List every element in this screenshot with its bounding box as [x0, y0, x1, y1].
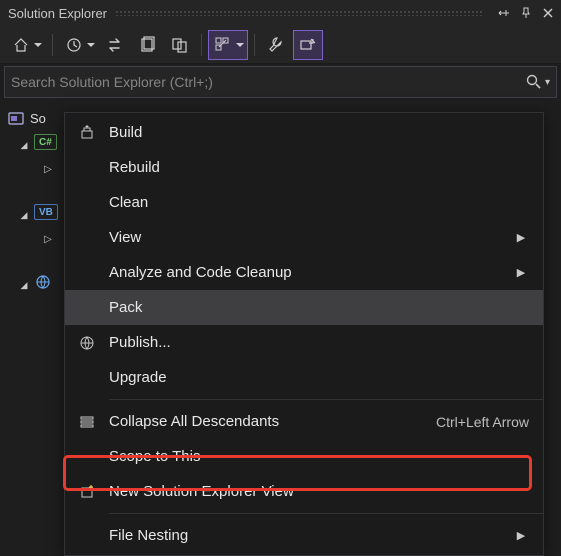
- menu-item-view[interactable]: View ▶: [65, 220, 543, 255]
- preview-selected-items-button[interactable]: [293, 30, 323, 60]
- menu-label: Pack: [109, 299, 529, 316]
- pin-icon[interactable]: [517, 4, 535, 22]
- menu-label: Clean: [109, 194, 529, 211]
- titlebar-grip[interactable]: [115, 10, 483, 16]
- submenu-arrow-icon: ▶: [513, 529, 529, 542]
- expand-toggle-icon[interactable]: [18, 276, 30, 288]
- properties-button[interactable]: [261, 30, 291, 60]
- menu-item-pack[interactable]: Pack: [65, 290, 543, 325]
- menu-shortcut: Ctrl+Left Arrow: [436, 414, 529, 430]
- expand-toggle-icon[interactable]: [42, 230, 54, 242]
- toolbar-separator: [201, 34, 202, 56]
- menu-item-scope-to-this[interactable]: Scope to This: [65, 439, 543, 474]
- menu-item-rebuild[interactable]: Rebuild: [65, 150, 543, 185]
- menu-item-build[interactable]: Build: [65, 115, 543, 150]
- collapse-icon: [65, 414, 109, 430]
- vb-badge-icon: VB: [34, 204, 58, 220]
- csharp-badge-icon: C#: [34, 134, 57, 150]
- solution-label: So: [30, 111, 46, 126]
- menu-label: Analyze and Code Cleanup: [109, 264, 513, 281]
- menu-separator: [109, 399, 543, 400]
- panel-titlebar: Solution Explorer: [0, 0, 561, 26]
- expand-toggle-icon[interactable]: [18, 136, 30, 148]
- search-input[interactable]: Search Solution Explorer (Ctrl+;) ▾: [4, 66, 557, 98]
- history-dropdown-button[interactable]: [59, 30, 99, 60]
- menu-item-new-solution-explorer-view[interactable]: New Solution Explorer View: [65, 474, 543, 509]
- menu-item-file-nesting[interactable]: File Nesting ▶: [65, 518, 543, 553]
- context-menu: Build Rebuild Clean View ▶ Analyze and C…: [64, 112, 544, 556]
- window-position-icon[interactable]: [495, 4, 513, 22]
- switch-views-button[interactable]: [101, 30, 131, 60]
- close-icon[interactable]: [539, 4, 557, 22]
- sync-with-active-document-button[interactable]: [165, 30, 195, 60]
- menu-item-analyze[interactable]: Analyze and Code Cleanup ▶: [65, 255, 543, 290]
- expand-toggle-icon[interactable]: [42, 160, 54, 172]
- menu-label: New Solution Explorer View: [109, 483, 529, 500]
- submenu-arrow-icon: ▶: [513, 231, 529, 244]
- menu-item-collapse-all[interactable]: Collapse All Descendants Ctrl+Left Arrow: [65, 404, 543, 439]
- toolbar-separator: [254, 34, 255, 56]
- menu-item-upgrade[interactable]: Upgrade: [65, 360, 543, 395]
- web-project-icon: [34, 273, 54, 291]
- menu-label: Publish...: [109, 334, 529, 351]
- menu-separator: [109, 513, 543, 514]
- menu-label: Upgrade: [109, 369, 529, 386]
- build-icon: [65, 125, 109, 141]
- search-icon[interactable]: ▾: [525, 73, 550, 91]
- menu-label: Build: [109, 124, 529, 141]
- panel-title: Solution Explorer: [8, 6, 107, 21]
- publish-icon: [65, 335, 109, 351]
- menu-item-clean[interactable]: Clean: [65, 185, 543, 220]
- menu-item-publish[interactable]: Publish...: [65, 325, 543, 360]
- show-all-files-button[interactable]: [208, 30, 248, 60]
- menu-label: File Nesting: [109, 527, 513, 544]
- menu-label: Scope to This: [109, 448, 529, 465]
- submenu-arrow-icon: ▶: [513, 266, 529, 279]
- pending-changes-filter-button[interactable]: [133, 30, 163, 60]
- toolbar-separator: [52, 34, 53, 56]
- menu-label: Collapse All Descendants: [109, 413, 436, 430]
- home-dropdown-button[interactable]: [6, 30, 46, 60]
- solution-icon: [6, 109, 26, 127]
- search-placeholder: Search Solution Explorer (Ctrl+;): [11, 74, 525, 90]
- new-view-icon: [65, 484, 109, 500]
- menu-label: View: [109, 229, 513, 246]
- expand-toggle-icon[interactable]: [18, 206, 30, 218]
- toolbar: [0, 26, 561, 64]
- menu-label: Rebuild: [109, 159, 529, 176]
